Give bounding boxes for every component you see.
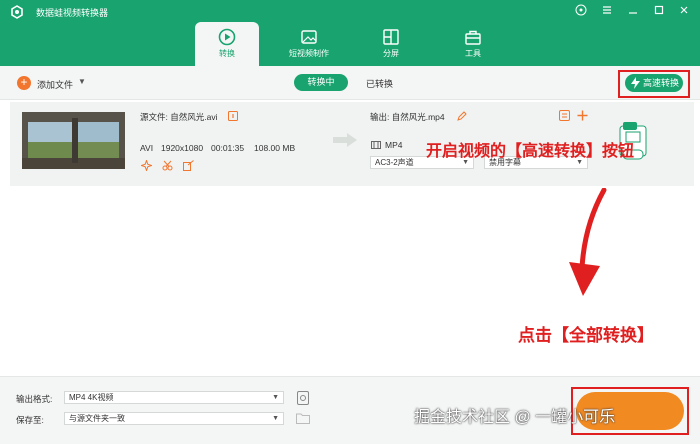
minimize-icon[interactable] — [626, 4, 640, 18]
save-to-select[interactable]: 与源文件夹一致 ▼ — [64, 412, 284, 425]
tab-convert[interactable]: 转换 — [195, 22, 259, 66]
format-preset-icon[interactable] — [297, 391, 309, 405]
output-format-select[interactable]: MP4 4K视频 ▼ — [64, 391, 284, 404]
source-duration: 00:01:35 — [211, 143, 245, 153]
save-to-label: 保存至: — [16, 415, 44, 425]
scissors-icon[interactable] — [162, 160, 173, 171]
output-format-label: 输出格式: — [16, 394, 53, 404]
highlight-box — [618, 70, 690, 98]
output-format-value: MP4 4K视频 — [69, 393, 114, 402]
menu-icon[interactable] — [600, 4, 614, 18]
red-arrow-down-icon — [569, 188, 607, 296]
chevron-down-icon: ▼ — [272, 394, 279, 401]
watermark: 掘金技术社区 @ 一罐小可乐 — [414, 409, 616, 426]
video-thumbnail[interactable] — [22, 112, 125, 169]
split-screen-icon — [383, 29, 399, 45]
tab-label: 转换 — [219, 49, 235, 58]
output-info-icon[interactable] — [559, 110, 570, 121]
edit-pencil-icon[interactable] — [457, 111, 467, 121]
info-icon[interactable] — [228, 111, 238, 121]
chevron-down-icon: ▼ — [272, 415, 279, 422]
folder-icon[interactable] — [296, 412, 310, 424]
maximize-icon[interactable] — [652, 4, 666, 18]
film-icon — [371, 141, 381, 149]
output-file-name: 输出: 自然风光.mp4 — [370, 112, 445, 122]
tab-label: 工具 — [465, 49, 481, 58]
app-title: 数据蛙视频转换器 — [36, 8, 109, 18]
chevron-down-icon[interactable]: ▼ — [78, 77, 86, 86]
edit-effect-icon[interactable] — [183, 160, 194, 171]
output-format: MP4 — [385, 140, 403, 150]
source-format: AVI — [140, 143, 154, 153]
app-logo-icon — [11, 5, 23, 19]
save-to-value: 与源文件夹一致 — [69, 414, 125, 423]
tab-label: 短视频制作 — [289, 49, 329, 58]
audio-track-value: AC3-2声道 — [375, 158, 414, 167]
video-maker-icon — [301, 30, 317, 44]
segment-converting[interactable]: 转换中 — [294, 74, 348, 91]
help-icon[interactable] — [574, 4, 588, 18]
toolbox-icon — [465, 30, 481, 45]
speed-hint-annotation: 开启视频的【高速转换】按钮 — [426, 143, 635, 160]
add-file-button[interactable]: 添加文件 — [37, 78, 73, 91]
app-header: 数据蛙视频转换器 转换 短视频制作 分屏 工具 — [0, 0, 700, 66]
convert-all-hint-annotation: 点击【全部转换】 — [518, 326, 654, 345]
source-resolution: 1920x1080 — [161, 143, 204, 153]
segment-converted[interactable]: 已转换 — [366, 77, 393, 90]
tab-toolbox[interactable]: 工具 — [441, 22, 505, 66]
tab-video-maker[interactable]: 短视频制作 — [277, 22, 341, 66]
source-size: 108.00 MB — [254, 143, 296, 153]
convert-icon — [218, 28, 236, 46]
source-file-name: 源文件: 自然风光.avi — [140, 112, 218, 122]
arrow-right-icon — [333, 133, 357, 147]
close-icon[interactable] — [677, 4, 691, 18]
toolbar: + 添加文件 ▼ 转换中 已转换 高速转换 — [0, 66, 700, 100]
add-file-icon[interactable]: + — [17, 76, 31, 90]
tab-split-screen[interactable]: 分屏 — [359, 22, 423, 66]
compress-icon[interactable] — [577, 110, 588, 121]
enhance-icon[interactable] — [141, 160, 152, 171]
tab-label: 分屏 — [383, 49, 399, 58]
